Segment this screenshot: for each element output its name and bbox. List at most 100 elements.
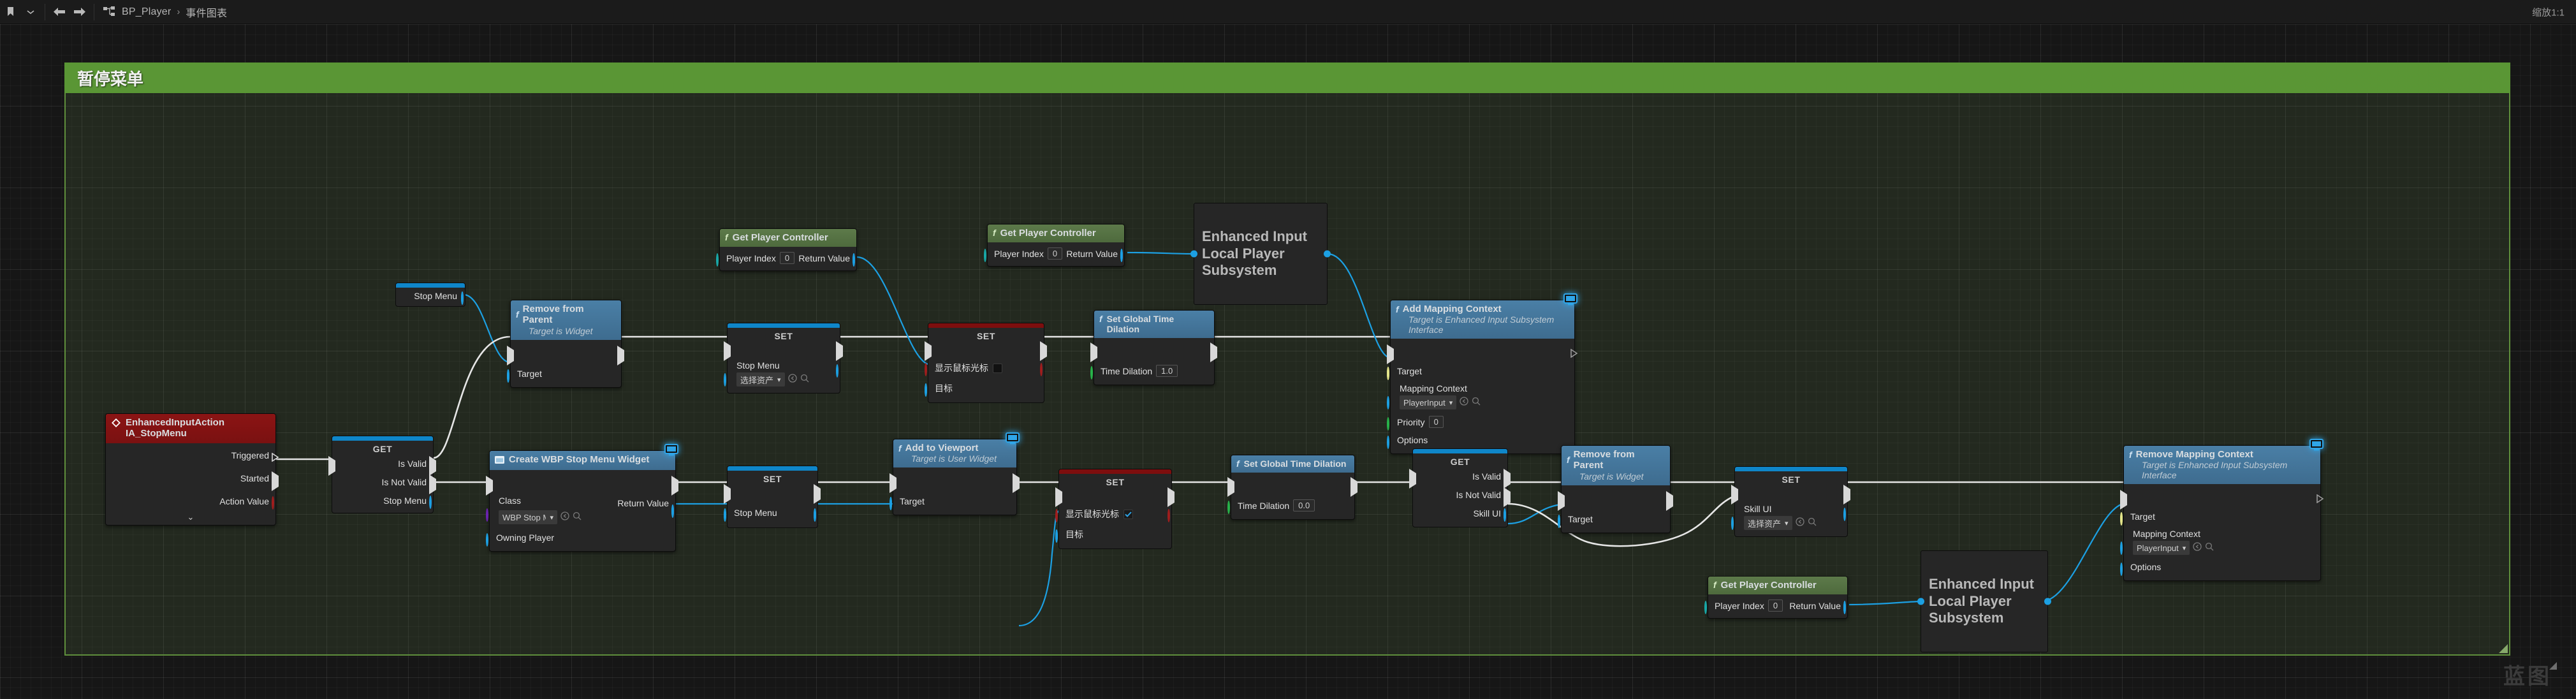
exec-pin-in[interactable] [1090, 342, 1098, 363]
exec-row[interactable] [925, 341, 1047, 361]
show-mouse-cursor-checkbox[interactable] [993, 363, 1002, 373]
pin-row-class[interactable]: Class Return Value WBP Stop Menu ▾ [486, 490, 675, 525]
pin-row-started[interactable]: Started [106, 471, 279, 491]
exec-row[interactable] [507, 345, 624, 365]
browse-to-asset-icon[interactable] [787, 373, 797, 386]
exec-pin-out[interactable] [1210, 342, 1218, 363]
pin-row-stop-menu-var[interactable]: Stop Menu [332, 494, 433, 509]
exec-row[interactable] [1055, 487, 1175, 507]
pin-row-is-valid[interactable]: Is Valid [328, 456, 436, 476]
asset-select-dropdown[interactable]: 选择资产 ▾ [1744, 516, 1792, 530]
exec-pin-in[interactable] [724, 341, 731, 361]
data-pin-return-value[interactable] [853, 253, 860, 267]
data-pin-class[interactable] [486, 508, 494, 522]
pin-row-player-index[interactable]: Player Index 0 Return Value [1704, 598, 1847, 615]
browse-to-asset-icon[interactable] [1795, 517, 1804, 529]
node-set-skill-ui[interactable]: SET Skill UI 选择资产 ▾ [1731, 466, 1850, 537]
player-index-value[interactable]: 0 [1047, 247, 1063, 260]
browse-to-asset-icon[interactable] [2193, 542, 2202, 554]
pin-row-target[interactable]: 目标 [1055, 527, 1171, 543]
pin-row-is-valid[interactable]: Is Valid [1409, 469, 1511, 489]
pin-row-target[interactable]: Target [1558, 512, 1670, 528]
exec-pin-triggered[interactable] [272, 452, 279, 462]
search-icon[interactable] [1808, 517, 1817, 529]
node-add-to-viewport[interactable]: f Add to Viewport Target is User Widget [889, 432, 1020, 516]
exec-row[interactable] [889, 473, 1020, 494]
exec-row[interactable] [724, 341, 843, 361]
node-get-player-controller-3[interactable]: f Get Player Controller Player Index 0 R… [1704, 576, 1848, 619]
data-pin-skill-ui[interactable] [1504, 508, 1511, 522]
pin-row-time-dilation[interactable]: Time Dilation 0.0 [1227, 498, 1354, 515]
data-pin-mapping-context[interactable] [2120, 541, 2128, 556]
exec-pin-in[interactable] [1227, 477, 1235, 497]
data-pin-options[interactable] [1387, 436, 1394, 450]
exec-pin-out[interactable] [1167, 487, 1175, 507]
pin-row-target[interactable]: Target [2120, 510, 2320, 526]
data-pin-show-mouse-cursor-in[interactable] [925, 363, 932, 376]
data-pin-stop-menu-in[interactable] [724, 373, 731, 386]
pin-row-options[interactable]: Options [2120, 560, 2320, 577]
exec-pin-is-not-valid[interactable] [1504, 487, 1511, 507]
exec-pin-in[interactable] [889, 473, 897, 494]
node-isvalid-stop-menu[interactable]: GET Is Valid Is Not Valid Stop Menu [328, 436, 437, 513]
show-mouse-cursor-checkbox[interactable] [1123, 509, 1133, 519]
navigate-back-button[interactable] [50, 3, 69, 22]
breadcrumb-current[interactable]: 事件图表 [184, 4, 228, 20]
data-pin-player-index[interactable] [1704, 601, 1712, 615]
pin-row-is-not-valid[interactable]: Is Not Valid [1413, 487, 1511, 507]
pin-row-triggered[interactable]: Triggered [106, 448, 279, 462]
exec-pin-in[interactable] [1409, 469, 1417, 489]
pin-row-options[interactable]: Options [1387, 433, 1574, 450]
pin-row-priority[interactable]: Priority 0 [1387, 415, 1574, 431]
exec-row[interactable] [1731, 485, 1850, 504]
player-index-value[interactable]: 0 [1767, 600, 1783, 612]
pin-row-stop-menu[interactable]: Stop Menu [724, 506, 817, 522]
data-pin-return-value[interactable] [1120, 249, 1128, 263]
node-set-show-mouse-cursor-top[interactable]: SET 显示鼠标光标 目标 [925, 323, 1047, 403]
data-pin-owning-player[interactable] [486, 533, 494, 547]
pin-row-mapping-context[interactable]: Mapping Context PlayerInput ▾ [2120, 524, 2320, 556]
data-pin-target[interactable] [1558, 514, 1565, 528]
exec-pin-out[interactable] [671, 476, 679, 496]
pin-row-owning-player[interactable]: Owning Player [486, 531, 675, 547]
node-add-mapping-context[interactable]: f Add Mapping Context Target is Enhanced… [1387, 293, 1578, 455]
pin-row-time-dilation[interactable]: Time Dilation 1.0 [1090, 364, 1214, 380]
exec-pin-in[interactable] [925, 341, 932, 361]
exec-pin-out[interactable] [1570, 348, 1578, 358]
data-pin-in[interactable] [1917, 598, 1924, 605]
mapping-context-dropdown[interactable]: PlayerInput ▾ [2133, 541, 2190, 556]
exec-row[interactable] [2120, 489, 2324, 510]
exec-pin-out[interactable] [814, 484, 821, 504]
data-pin-target[interactable] [889, 497, 897, 511]
priority-value[interactable]: 0 [1428, 416, 1444, 429]
pin-row-player-index[interactable]: Player Index 0 Return Value [716, 251, 856, 267]
pin-row-target[interactable]: Target [889, 494, 1016, 511]
exec-pin-out[interactable] [1843, 485, 1851, 504]
comment-box-header[interactable]: 暂停菜单 [64, 63, 2510, 93]
exec-pin-out[interactable] [1666, 490, 1674, 511]
data-pin-options[interactable] [2120, 563, 2128, 577]
exec-pin-in[interactable] [2120, 490, 2128, 510]
data-pin-skill-ui-in[interactable] [1731, 517, 1739, 530]
pin-row-skill-ui[interactable]: Skill UI [1413, 506, 1507, 522]
data-pin-stop-menu-in[interactable] [724, 508, 731, 522]
exec-pin-in[interactable] [486, 476, 494, 496]
pin-row-target[interactable]: Target [1387, 364, 1574, 381]
exec-pin-in[interactable] [507, 345, 515, 365]
node-remove-from-parent-bottom[interactable]: f Remove from Parent Target is Widget Ta… [1558, 445, 1673, 533]
pin-row-stop-menu[interactable]: Stop Menu [396, 288, 465, 306]
comment-resize-handle[interactable] [2499, 644, 2508, 653]
data-pin-show-mouse-cursor-in[interactable] [1055, 509, 1063, 522]
search-icon[interactable] [2205, 542, 2214, 554]
player-index-value[interactable]: 0 [779, 252, 795, 265]
navigate-forward-button[interactable] [70, 3, 89, 22]
pin-row-stop-menu[interactable]: Stop Menu 选择资产 ▾ [724, 357, 840, 386]
exec-row[interactable] [724, 484, 821, 504]
pin-row-show-mouse-cursor[interactable]: 显示鼠标光标 [1055, 506, 1171, 522]
widget-class-dropdown[interactable]: WBP Stop Menu ▾ [499, 510, 557, 525]
blueprint-graph-canvas[interactable]: 暂停菜单 EnhancedInputAction IA_StopMenu Tri… [0, 24, 2576, 699]
exec-pin-is-not-valid[interactable] [429, 475, 437, 494]
exec-row[interactable] [1558, 490, 1673, 511]
data-pin-time-dilation[interactable] [1090, 366, 1098, 380]
pin-row-mapping-context[interactable]: Mapping Context PlayerInput ▾ [1387, 378, 1574, 410]
